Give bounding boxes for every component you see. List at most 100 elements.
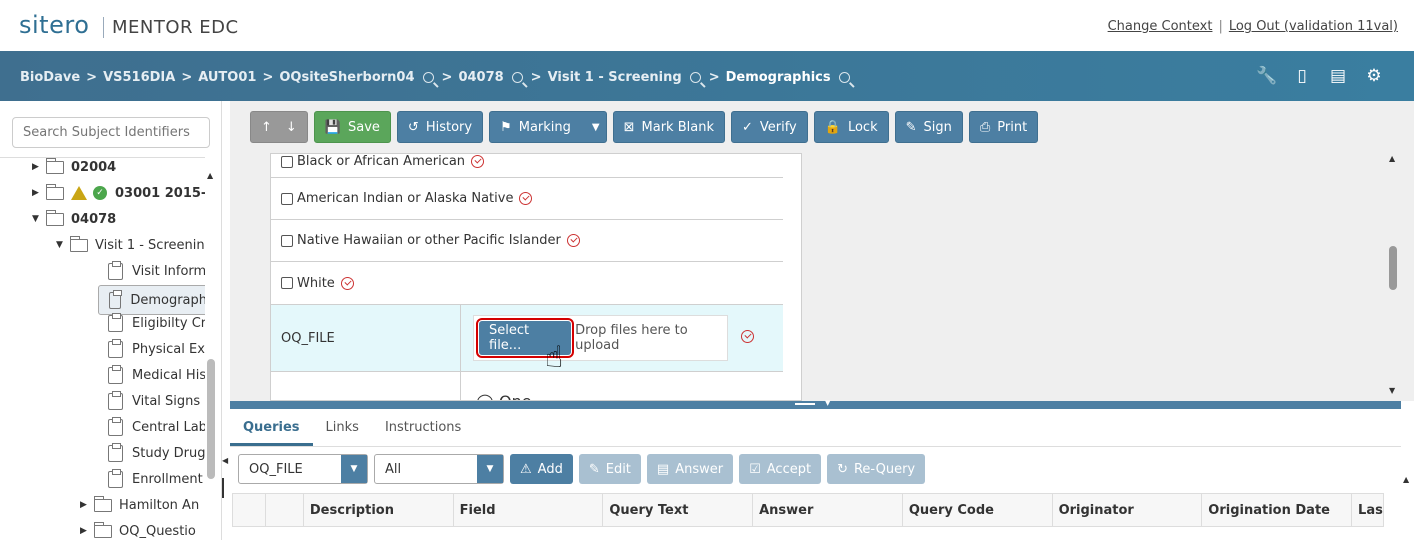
- requery-button[interactable]: ↻ Re-Query: [827, 454, 926, 484]
- accept-query-button[interactable]: ☑ Accept: [739, 454, 822, 484]
- crumb-protocol[interactable]: VS516DIA: [103, 70, 175, 85]
- mark-blank-button[interactable]: ⊠ Mark Blank: [612, 111, 725, 143]
- save-button[interactable]: 💾 Save: [313, 111, 391, 143]
- clipboard-icon: [108, 442, 123, 462]
- clipboard-icon: [108, 468, 123, 488]
- tablet-icon[interactable]: ▯: [1292, 66, 1312, 86]
- tree-item-form[interactable]: Physical Exa: [108, 337, 205, 361]
- verified-check-icon: [741, 330, 754, 343]
- crumb-site[interactable]: OQsiteSherborn04: [279, 70, 414, 85]
- tree-item-form[interactable]: Central Lab: [108, 415, 205, 439]
- folder-icon: [94, 521, 112, 538]
- logout-link[interactable]: Log Out (validation 11val): [1229, 19, 1398, 34]
- check-circle-icon: ✓: [93, 186, 107, 200]
- scroll-up-arrow[interactable]: ▲: [207, 171, 213, 180]
- subject-search-input[interactable]: [12, 117, 210, 148]
- tree-item-form[interactable]: Enrollment: [108, 467, 203, 491]
- column-header[interactable]: Last: [1352, 494, 1383, 526]
- subject-search-icon[interactable]: [511, 72, 523, 83]
- tree-item-visit[interactable]: ▼ Visit 1 - Screenin: [56, 233, 205, 257]
- race-checkbox[interactable]: [281, 192, 293, 205]
- scroll-up-arrow[interactable]: ▲: [1403, 475, 1409, 484]
- sidebar-scrollbar[interactable]: [207, 359, 215, 479]
- add-query-button[interactable]: ⚠ Add: [510, 454, 573, 484]
- lock-button[interactable]: 🔒 Lock: [813, 111, 889, 143]
- edit-icon: ✎: [588, 461, 600, 477]
- history-icon: ↺: [407, 119, 419, 135]
- column-header[interactable]: Query Code: [903, 494, 1053, 526]
- collapse-icon[interactable]: ▼: [825, 399, 830, 407]
- arrow-up-icon[interactable]: ↑: [261, 120, 272, 135]
- form-search-icon[interactable]: [838, 72, 850, 83]
- sidebar-divider: [222, 478, 224, 498]
- wrench-icon[interactable]: 🔧: [1256, 66, 1277, 86]
- arrow-down-icon[interactable]: ↓: [286, 120, 297, 135]
- column-header[interactable]: Originator: [1053, 494, 1203, 526]
- header-tools: 🔧 ▯ ▤ ⚙: [1256, 66, 1384, 86]
- print-button[interactable]: ⎙ Print: [968, 111, 1039, 143]
- gear-icon[interactable]: ⚙: [1364, 66, 1384, 86]
- tree-item-form[interactable]: Eligibilty Crit: [108, 311, 205, 335]
- chevron-down-icon: ▼: [477, 455, 503, 483]
- radio-option[interactable]: ◯ One: [476, 392, 532, 400]
- column-header[interactable]: Answer: [753, 494, 903, 526]
- flag-icon: ⚑: [500, 119, 512, 135]
- column-header[interactable]: Query Text: [603, 494, 754, 526]
- tree-item-subject[interactable]: ▶ 02004: [32, 158, 116, 179]
- visit-search-icon[interactable]: [689, 72, 701, 83]
- tree-item-form[interactable]: Study Drug A: [108, 441, 205, 465]
- tree-item-form[interactable]: Medical Hist: [108, 363, 205, 387]
- tree-item-visit[interactable]: ▶ Hamilton An: [80, 493, 199, 517]
- tree-item-subject[interactable]: ▼ 04078: [32, 207, 116, 231]
- status-filter-select[interactable]: All ▼: [374, 454, 504, 484]
- answer-icon: ▤: [656, 461, 670, 477]
- column-header[interactable]: Field: [454, 494, 604, 526]
- race-checkbox[interactable]: [281, 277, 293, 289]
- crumb-subject[interactable]: 04078: [458, 70, 503, 85]
- tab-links[interactable]: Links: [313, 409, 372, 446]
- tab-instructions[interactable]: Instructions: [372, 409, 474, 446]
- crumb-study[interactable]: BioDave: [20, 70, 80, 85]
- scroll-up-arrow[interactable]: ▲: [1389, 154, 1395, 163]
- tree-item-form[interactable]: Visit Informa: [108, 259, 205, 283]
- form-scrollbar[interactable]: [1389, 246, 1397, 290]
- pane-splitter[interactable]: ▼: [230, 399, 1401, 409]
- subject-tree: ▶ 02004 ▶ ✓ 03001 2015- ▼ 04078 ▼ Visit 1 - S…: [0, 157, 205, 540]
- marking-button[interactable]: ⚑ Marking ▼: [489, 111, 607, 143]
- column-header[interactable]: Origination Date: [1202, 494, 1353, 526]
- race-option-row: Black or African American: [271, 154, 783, 178]
- field-select[interactable]: OQ_FILE ▼: [238, 454, 368, 484]
- chevron-down-icon[interactable]: ▼: [592, 122, 600, 133]
- form-toolbar: ↑ ↓ 💾 Save ↺ History ⚑ Marking ▼ ⊠ Mark Blank …: [250, 111, 1039, 143]
- tab-queries[interactable]: Queries: [230, 409, 313, 446]
- tree-item-visit[interactable]: ▶ OQ_Questio: [80, 519, 196, 540]
- verify-button[interactable]: ✓ Verify: [730, 111, 808, 143]
- site-search-icon[interactable]: [422, 72, 434, 83]
- sign-button[interactable]: ✎ Sign: [894, 111, 963, 143]
- change-context-link[interactable]: Change Context: [1108, 19, 1213, 34]
- collapse-sidebar-icon[interactable]: ◀: [222, 456, 228, 465]
- crumb-env[interactable]: AUTO01: [198, 70, 256, 85]
- folder-icon: [46, 183, 64, 200]
- answer-query-button[interactable]: ▤ Answer: [646, 454, 734, 484]
- query-grid-header: Description Field Query Text Answer Quer…: [232, 493, 1384, 527]
- race-checkbox[interactable]: [281, 234, 293, 247]
- printer-icon: ⎙: [979, 119, 991, 135]
- race-checkbox[interactable]: [281, 155, 293, 168]
- query-toolbar: OQ_FILE ▼ All ▼ ⚠ Add ✎ Edit ▤ Answer ☑ Accept…: [238, 454, 926, 484]
- scroll-down-arrow[interactable]: ▼: [1389, 386, 1395, 395]
- lock-icon: 🔒: [824, 119, 841, 135]
- field-label: OQ_FILE: [271, 305, 461, 371]
- edit-query-button[interactable]: ✎ Edit: [578, 454, 641, 484]
- race-option-row: Native Hawaiian or other Pacific Islande…: [271, 220, 783, 262]
- clipboard-icon: [108, 364, 123, 384]
- file-dropzone[interactable]: Select file... Drop files here to upload: [473, 315, 728, 361]
- column-header[interactable]: Description: [304, 494, 454, 526]
- document-icon[interactable]: ▤: [1328, 66, 1348, 86]
- tree-item-subject[interactable]: ▶ ✓ 03001 2015-: [32, 181, 205, 205]
- crumb-visit[interactable]: Visit 1 - Screening: [548, 70, 682, 85]
- tree-item-form[interactable]: Vital Signs (v: [108, 389, 205, 413]
- history-button[interactable]: ↺ History: [396, 111, 484, 143]
- breadcrumb: BioDave > VS516DIA > AUTO01 > OQsiteSherbor…: [20, 70, 858, 85]
- clipboard-icon: [108, 390, 123, 410]
